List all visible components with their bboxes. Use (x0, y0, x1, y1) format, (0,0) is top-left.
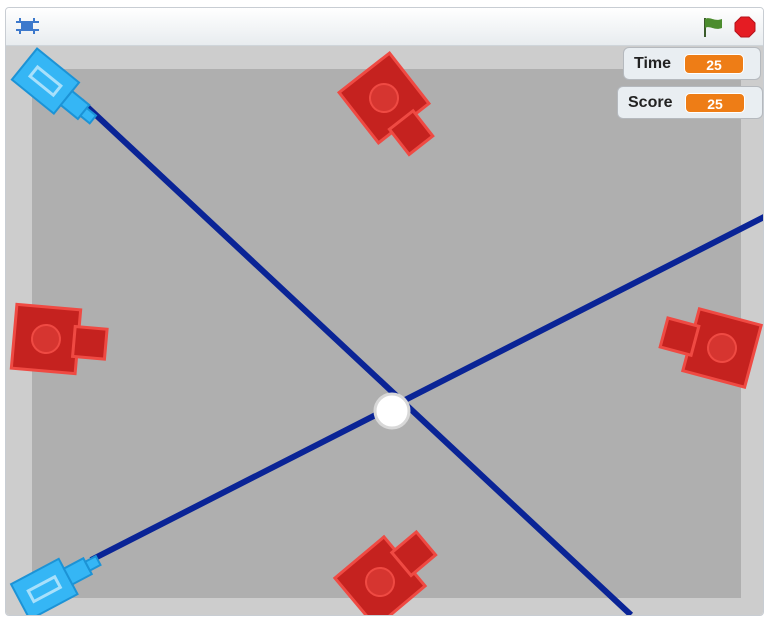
time-label: Time (634, 55, 672, 72)
score-value: 25 (685, 93, 745, 113)
fullscreen-icon[interactable] (13, 14, 43, 38)
stop-sign-icon[interactable] (734, 16, 756, 38)
time-value: 25 (684, 54, 744, 74)
player-toolbar (6, 8, 763, 46)
stage-player: Time 25 Score 25 (5, 7, 764, 616)
stage-canvas (9, 47, 763, 615)
time-monitor: Time 25 (623, 47, 761, 80)
green-flag-icon[interactable] (700, 15, 726, 39)
score-label: Score (628, 94, 673, 111)
score-monitor: Score 25 (617, 86, 763, 119)
center-target (373, 392, 411, 430)
arena-floor (32, 69, 741, 598)
game-stage[interactable]: Time 25 Score 25 (6, 46, 763, 615)
